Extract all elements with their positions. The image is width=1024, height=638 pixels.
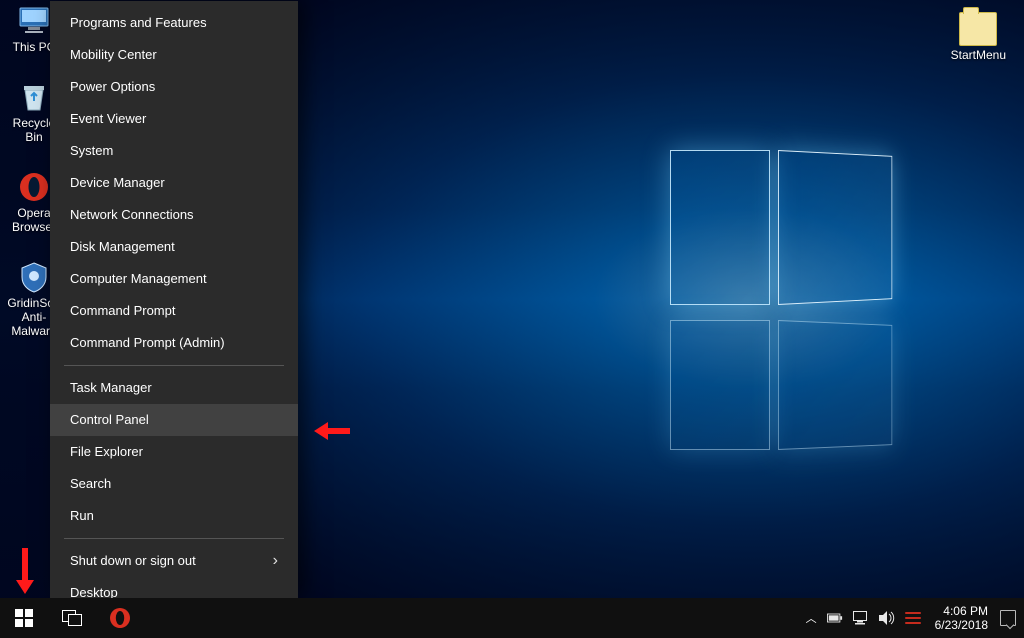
start-button[interactable] — [0, 598, 48, 638]
wallpaper-pane — [778, 150, 892, 305]
desktop-icon-startmenu[interactable]: StartMenu — [951, 12, 1006, 62]
tray-app-icon[interactable] — [905, 610, 921, 626]
winx-item-label: Command Prompt (Admin) — [70, 335, 225, 351]
winx-item-device-manager[interactable]: Device Manager — [50, 167, 298, 199]
shield-icon — [17, 260, 51, 294]
winx-item-task-manager[interactable]: Task Manager — [50, 372, 298, 404]
battery-icon[interactable] — [827, 610, 843, 626]
winx-item-label: Task Manager — [70, 380, 152, 396]
opera-icon — [109, 607, 131, 629]
desktop-icon-label: This PC — [13, 40, 56, 54]
winx-item-control-panel[interactable]: Control Panel — [50, 404, 298, 436]
taskbar-app-opera[interactable] — [96, 598, 144, 638]
winx-item-computer-management[interactable]: Computer Management — [50, 263, 298, 295]
opera-icon — [17, 170, 51, 204]
winx-item-label: Programs and Features — [70, 15, 207, 31]
winx-item-label: Power Options — [70, 79, 155, 95]
winx-item-system[interactable]: System — [50, 135, 298, 167]
recycle-icon — [17, 80, 51, 114]
wallpaper-pane — [670, 320, 770, 450]
winx-item-label: File Explorer — [70, 444, 143, 460]
winx-item-command-prompt[interactable]: Command Prompt — [50, 295, 298, 327]
volume-icon[interactable] — [879, 610, 895, 626]
winx-item-label: Event Viewer — [70, 111, 146, 127]
windows-logo-icon — [15, 609, 33, 627]
winx-item-label: Network Connections — [70, 207, 194, 223]
task-view-button[interactable] — [48, 598, 96, 638]
winx-item-run[interactable]: Run — [50, 500, 298, 532]
winx-item-label: Computer Management — [70, 271, 207, 287]
tray-overflow-button[interactable]: ︿ — [806, 610, 817, 626]
menu-separator — [64, 365, 284, 366]
winx-item-label: Search — [70, 476, 111, 492]
winx-item-programs-and-features[interactable]: Programs and Features — [50, 7, 298, 39]
winx-item-label: System — [70, 143, 113, 159]
network-icon[interactable] — [853, 610, 869, 626]
winx-item-disk-management[interactable]: Disk Management — [50, 231, 298, 263]
task-view-icon — [62, 610, 82, 626]
winx-item-file-explorer[interactable]: File Explorer — [50, 436, 298, 468]
clock-date: 6/23/2018 — [935, 618, 988, 632]
winx-item-power-options[interactable]: Power Options — [50, 71, 298, 103]
taskbar: ︿ 4:06 PM 6/23/2018 — [0, 598, 1024, 638]
winx-item-search[interactable]: Search — [50, 468, 298, 500]
winx-item-event-viewer[interactable]: Event Viewer — [50, 103, 298, 135]
wallpaper-pane — [778, 320, 892, 450]
winx-item-shut-down-or-sign-out[interactable]: Shut down or sign out › — [50, 545, 298, 577]
winx-item-command-prompt-admin-[interactable]: Command Prompt (Admin) — [50, 327, 298, 359]
pc-icon — [17, 4, 51, 38]
winx-item-label: Shut down or sign out — [70, 553, 196, 569]
clock[interactable]: 4:06 PM 6/23/2018 — [935, 604, 988, 632]
winx-item-label: Run — [70, 508, 94, 524]
winx-item-label: Mobility Center — [70, 47, 157, 63]
menu-separator — [64, 538, 284, 539]
clock-time: 4:06 PM — [943, 604, 988, 618]
chevron-right-icon: › — [273, 553, 278, 569]
notification-icon — [1000, 610, 1016, 626]
winx-item-network-connections[interactable]: Network Connections — [50, 199, 298, 231]
winx-menu: Programs and Features Mobility Center Powe… — [50, 1, 298, 598]
winx-item-label: Command Prompt — [70, 303, 175, 319]
wallpaper-pane — [670, 150, 770, 305]
desktop-icon-label: StartMenu — [951, 48, 1006, 62]
winx-item-label: Control Panel — [70, 412, 149, 428]
winx-item-label: Disk Management — [70, 239, 175, 255]
winx-item-label: Device Manager — [70, 175, 165, 191]
action-center-button[interactable] — [1000, 610, 1016, 626]
folder-icon — [959, 12, 997, 46]
winx-item-mobility-center[interactable]: Mobility Center — [50, 39, 298, 71]
system-tray: ︿ 4:06 PM 6/23/2018 — [798, 598, 1024, 638]
